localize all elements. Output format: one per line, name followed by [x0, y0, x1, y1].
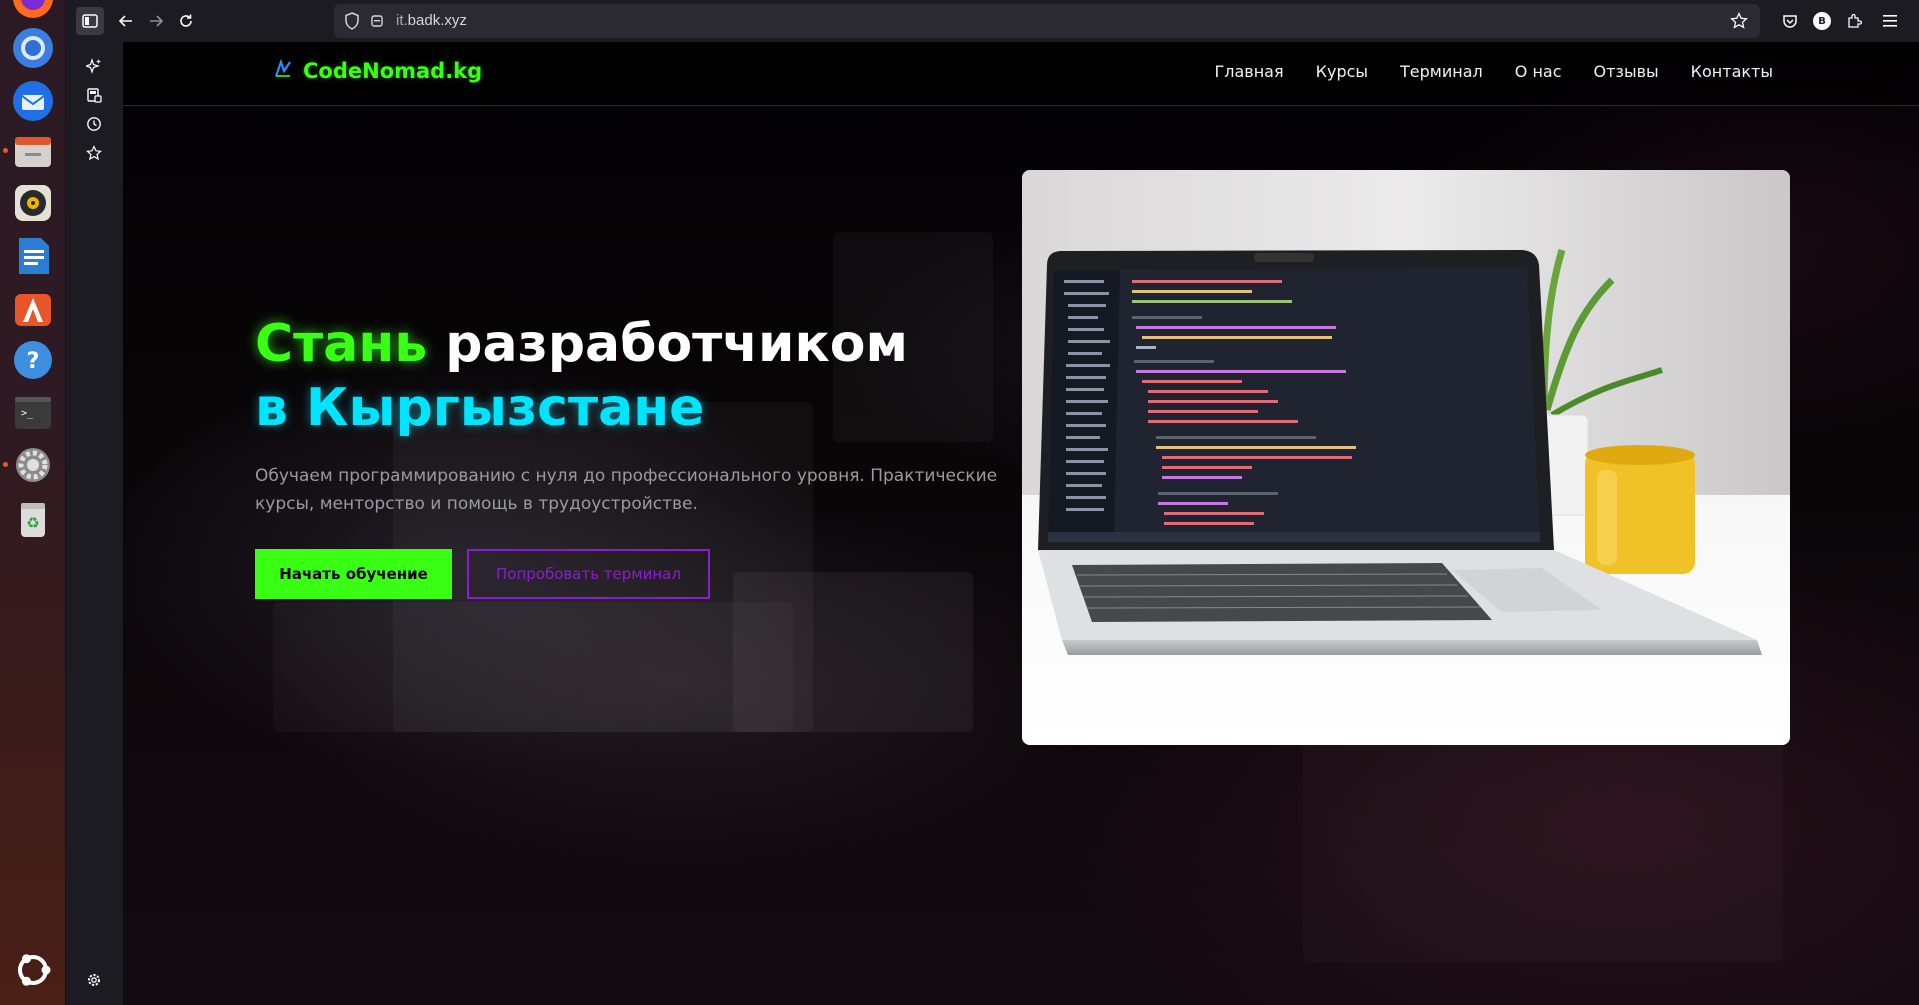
- account-avatar[interactable]: B: [1808, 7, 1836, 35]
- running-indicator: [3, 148, 8, 153]
- help-icon[interactable]: ?: [9, 336, 57, 384]
- files-icon[interactable]: [9, 127, 57, 175]
- app-center-icon[interactable]: [9, 284, 57, 332]
- nav-link-home[interactable]: Главная: [1215, 62, 1284, 81]
- svg-text:?: ?: [27, 349, 40, 374]
- hero-image: [1022, 170, 1790, 745]
- page-info-icon[interactable]: [370, 13, 384, 32]
- chromium-icon[interactable]: [9, 24, 57, 72]
- rhythmbox-icon[interactable]: [9, 179, 57, 227]
- brand-logo-link[interactable]: CodeNomad.kg: [273, 58, 483, 83]
- terminal-icon[interactable]: >_: [9, 389, 57, 437]
- account-initial: B: [1813, 12, 1831, 30]
- brand-name: CodeNomad.kg: [303, 59, 483, 83]
- shield-icon[interactable]: [344, 12, 360, 34]
- settings-icon[interactable]: [9, 441, 57, 489]
- yellow-mug: [1585, 445, 1695, 574]
- hero-title-rest: разработчиком: [427, 314, 908, 374]
- try-terminal-button[interactable]: Попробовать терминал: [467, 549, 710, 599]
- sidebar-toggle-icon[interactable]: [76, 7, 104, 35]
- trash-icon[interactable]: ♻: [9, 495, 57, 543]
- browser-toolbar: it.badk.xyz B: [66, 0, 1919, 42]
- svg-text:♻: ♻: [26, 514, 39, 532]
- running-indicator: [3, 462, 8, 467]
- start-learning-button[interactable]: Начать обучение: [255, 549, 452, 599]
- pocket-icon[interactable]: [1776, 7, 1804, 35]
- hero-title-highlight: Стань: [255, 314, 428, 374]
- synced-tabs-icon[interactable]: [83, 84, 105, 106]
- bookmarks-icon[interactable]: [83, 142, 105, 164]
- bookmark-star-icon[interactable]: [1730, 11, 1748, 34]
- url-text[interactable]: it.badk.xyz: [396, 12, 467, 29]
- ai-chatbot-icon[interactable]: [83, 55, 105, 77]
- hero-title-line-2: в Кыргызстане: [255, 378, 705, 438]
- customize-sidebar-gear-icon[interactable]: [83, 969, 105, 991]
- background-shape: [1303, 742, 1783, 962]
- svg-text:>_: >_: [21, 408, 34, 419]
- history-icon[interactable]: [83, 113, 105, 135]
- nav-link-about[interactable]: О нас: [1515, 62, 1562, 81]
- menu-hamburger-icon[interactable]: [1876, 7, 1904, 35]
- extensions-icon[interactable]: [1840, 7, 1868, 35]
- firefox-icon[interactable]: [9, 0, 57, 22]
- ubuntu-logo-icon[interactable]: [9, 946, 57, 994]
- nav-link-contacts[interactable]: Контакты: [1691, 62, 1773, 81]
- reload-icon[interactable]: [172, 7, 200, 35]
- background-shape: [273, 602, 793, 732]
- nav-link-courses[interactable]: Курсы: [1316, 62, 1368, 81]
- url-domain: badk.xyz: [407, 12, 467, 29]
- web-page: CodeNomad.kg Главная Курсы Терминал О на…: [123, 42, 1919, 1005]
- nav-link-terminal[interactable]: Терминал: [1400, 62, 1483, 81]
- ubuntu-dock: ? >_ ♻: [0, 0, 66, 1005]
- hero-subtitle: Обучаем программированию с нуля до профе…: [255, 466, 998, 514]
- site-header: CodeNomad.kg Главная Курсы Терминал О на…: [123, 42, 1919, 106]
- forward-icon[interactable]: [142, 7, 170, 35]
- thunderbird-icon[interactable]: [9, 77, 57, 125]
- brand-logo-icon: [273, 58, 293, 83]
- laptop-photo-illustration: [1022, 170, 1790, 745]
- nav-link-reviews[interactable]: Отзывы: [1594, 62, 1659, 81]
- main-nav: Главная Курсы Терминал О нас Отзывы Конт…: [1215, 62, 1774, 81]
- url-host: it.: [396, 12, 408, 29]
- writer-icon[interactable]: [9, 232, 57, 280]
- browser-sidebar: [66, 42, 123, 1005]
- url-bar[interactable]: it.badk.xyz: [334, 4, 1760, 38]
- back-icon[interactable]: [112, 7, 140, 35]
- hero-title: Стань разработчиком в Кыргызстане: [255, 312, 908, 440]
